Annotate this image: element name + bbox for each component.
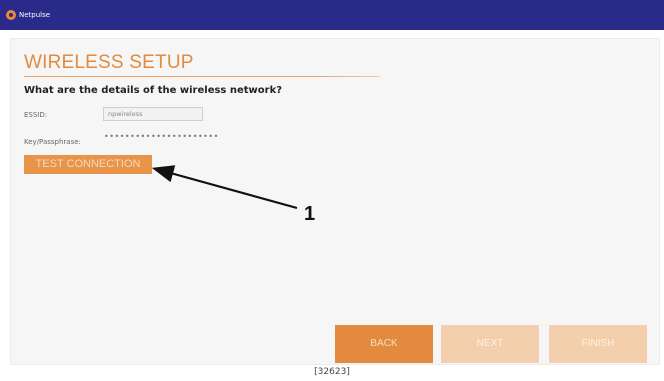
figure-code: [32623] [314,367,350,377]
next-button[interactable]: NEXT [441,325,539,363]
back-button[interactable]: BACK [335,325,433,363]
callout-arrow [151,165,298,210]
finish-button[interactable]: FINISH [549,325,647,363]
callout-number: 1 [304,203,316,225]
